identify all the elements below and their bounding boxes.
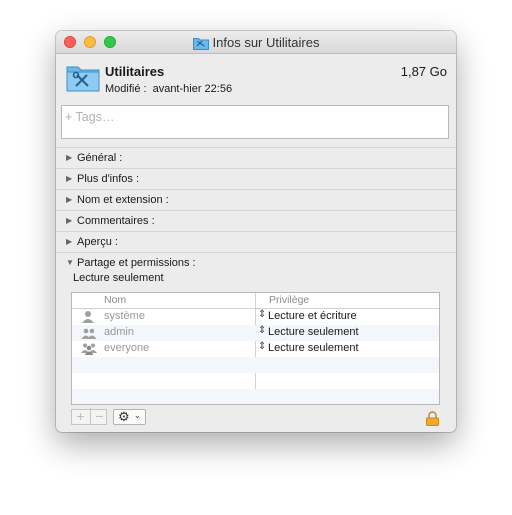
disclosure-triangle-icon[interactable]: ▶ [66, 169, 72, 189]
section-comments[interactable]: ▶ Commentaires : [56, 210, 456, 231]
column-header-privilege[interactable]: Privilège [269, 294, 309, 306]
permissions-toolbar: + − ⚙ ⌄ [56, 406, 456, 432]
permissions-table[interactable]: Nom Privilège système ⇕ Lecture et écrit… [71, 292, 440, 405]
gear-icon: ⚙ [118, 409, 130, 424]
action-menu-button[interactable]: ⚙ ⌄ [113, 409, 146, 425]
info-header: Utilitaires 1,87 Go Modifié : avant-hier … [56, 54, 456, 104]
utilities-folder-icon [192, 37, 209, 53]
table-row-empty [72, 389, 439, 404]
section-preview[interactable]: ▶ Aperçu : [56, 231, 456, 252]
modified-value: avant-hier 22:56 [152, 83, 233, 95]
table-header: Nom Privilège [72, 293, 439, 309]
disclosure-triangle-icon[interactable]: ▶ [66, 190, 72, 210]
item-name: Utilitaires [105, 64, 165, 79]
privilege-popup[interactable]: Lecture et écriture [268, 310, 357, 322]
modified-info: Modifié : avant-hier 22:56 [105, 83, 232, 95]
section-sharing-permissions[interactable]: ▼ Partage et permissions : [56, 252, 456, 273]
item-size: 1,87 Go [400, 64, 447, 79]
popup-arrows-icon[interactable]: ⇕ [258, 309, 266, 320]
section-name-extension[interactable]: ▶ Nom et extension : [56, 189, 456, 210]
disclosure-triangle-icon[interactable]: ▶ [66, 148, 72, 168]
disclosure-triangle-icon[interactable]: ▶ [66, 211, 72, 231]
user-icon [81, 310, 95, 326]
table-row-empty [72, 357, 439, 373]
table-row[interactable]: admin ⇕ Lecture seulement [72, 325, 439, 341]
add-remove-control: + − [71, 408, 108, 425]
table-row[interactable]: everyone ⇕ Lecture seulement [72, 341, 439, 357]
window-title: Infos sur Utilitaires [56, 35, 456, 53]
column-header-name[interactable]: Nom [104, 294, 126, 306]
privilege-popup[interactable]: Lecture seulement [268, 342, 359, 354]
disclosure-triangle-expanded-icon[interactable]: ▼ [66, 253, 74, 273]
info-window: Infos sur Utilitaires Utilitaires 1,87 G… [56, 31, 456, 432]
title-bar[interactable]: Infos sur Utilitaires [56, 31, 456, 54]
add-user-button[interactable]: + [72, 408, 89, 424]
section-general[interactable]: ▶ Général : [56, 147, 456, 168]
everyone-icon [81, 342, 97, 358]
chevron-down-icon: ⌄ [134, 411, 141, 420]
info-sections: ▶ Général : ▶ Plus d'infos : ▶ Nom et ex… [56, 147, 456, 273]
popup-arrows-icon[interactable]: ⇕ [258, 341, 266, 352]
table-row[interactable]: système ⇕ Lecture et écriture [72, 309, 439, 325]
modified-label: Modifié : [105, 83, 147, 95]
section-more-info[interactable]: ▶ Plus d'infos : [56, 168, 456, 189]
disclosure-triangle-icon[interactable]: ▶ [66, 232, 72, 252]
group-icon [81, 326, 97, 342]
remove-user-button[interactable]: − [90, 408, 108, 424]
popup-arrows-icon[interactable]: ⇕ [258, 325, 266, 336]
lock-icon[interactable] [426, 411, 439, 431]
utilities-folder-icon [66, 64, 100, 97]
privilege-popup[interactable]: Lecture seulement [268, 326, 359, 338]
tags-field[interactable]: + Tags… [61, 105, 449, 139]
permissions-summary: Lecture seulement [73, 272, 164, 284]
